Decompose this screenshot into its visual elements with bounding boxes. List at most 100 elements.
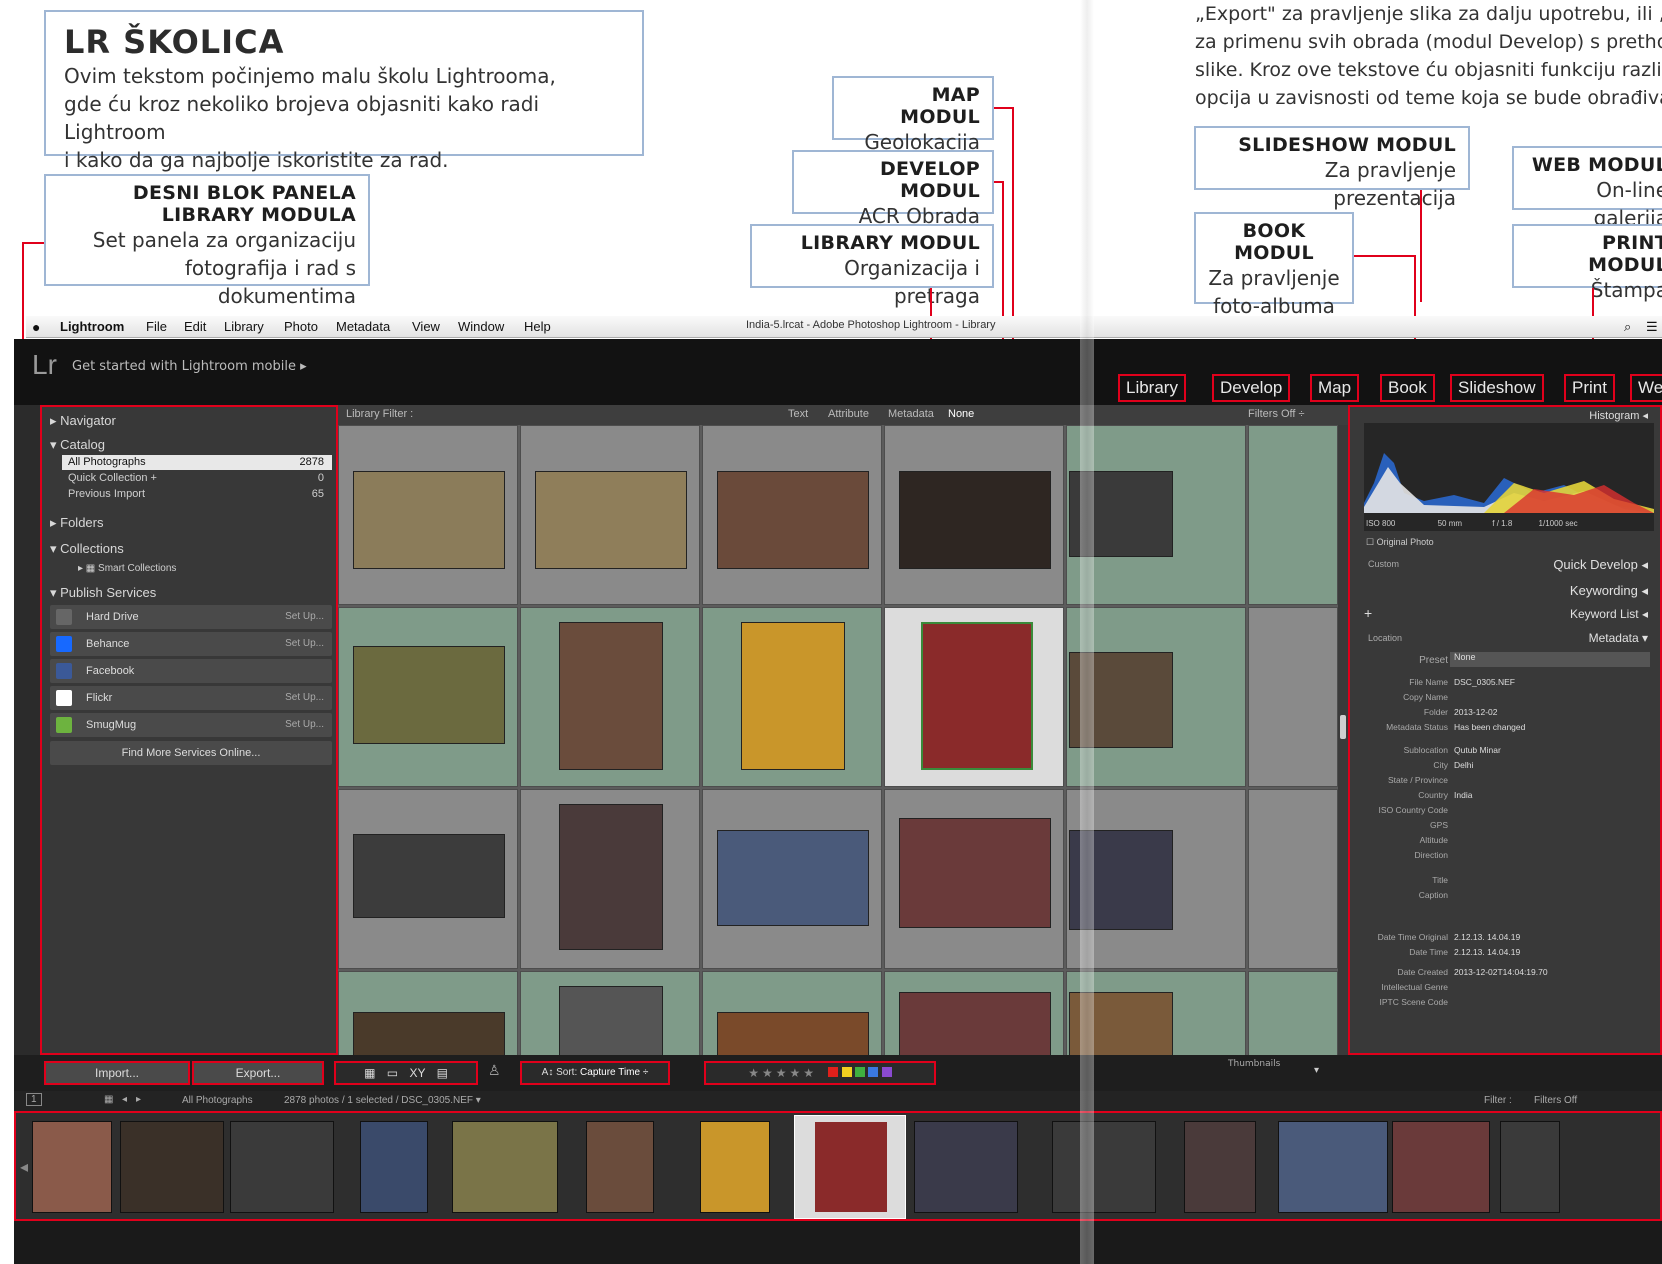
filter-metadata[interactable]: Metadata: [888, 408, 934, 420]
filmstrip-thumbnail[interactable]: [586, 1121, 654, 1213]
grid-cell[interactable]: [520, 971, 700, 1055]
photo-thumbnail[interactable]: [353, 1012, 505, 1055]
metadata-preset-value[interactable]: None: [1450, 652, 1650, 667]
filmstrip-thumbnail[interactable]: [1278, 1121, 1388, 1213]
filter-none[interactable]: None: [948, 408, 974, 420]
filmstrip-thumbnail[interactable]: [1184, 1121, 1256, 1213]
mobile-promo-link[interactable]: Get started with Lightroom mobile ▸: [72, 359, 307, 374]
filter-text[interactable]: Text: [788, 408, 808, 420]
grid-cell[interactable]: [702, 425, 882, 605]
panel-quick-develop[interactable]: Quick Develop ◂: [1553, 557, 1648, 573]
photo-thumbnail[interactable]: [899, 818, 1051, 928]
meta-value[interactable]: India: [1454, 790, 1472, 800]
photo-thumbnail[interactable]: [921, 622, 1033, 770]
label-green[interactable]: [855, 1067, 866, 1077]
filmstrip-filters-off[interactable]: Filters Off: [1534, 1095, 1577, 1106]
grid-cell[interactable]: [1248, 971, 1338, 1055]
grid-cell[interactable]: [520, 425, 700, 605]
search-icon[interactable]: ⌕: [1624, 319, 1631, 335]
photo-thumbnail[interactable]: [717, 830, 869, 926]
meta-value[interactable]: 2013-12-02T14:04:19.70: [1454, 967, 1548, 977]
panel-navigator[interactable]: ▸ Navigator: [50, 413, 116, 429]
meta-value[interactable]: 2013-12-02: [1454, 707, 1497, 717]
filmstrip-thumbnail[interactable]: [1500, 1121, 1560, 1213]
grid-view-icon[interactable]: ▦: [364, 1066, 375, 1080]
grid-cell[interactable]: [1248, 789, 1338, 969]
filmstrip-thumbnail[interactable]: [32, 1121, 112, 1213]
panel-publish-services[interactable]: ▾ Publish Services: [50, 585, 156, 601]
grid-cell[interactable]: [338, 971, 518, 1055]
preset-select[interactable]: Custom: [1368, 559, 1399, 569]
photo-thumbnail[interactable]: [559, 986, 663, 1055]
find-more-services-button[interactable]: Find More Services Online...: [50, 741, 332, 765]
grid-cell[interactable]: [884, 789, 1064, 969]
photo-thumbnail[interactable]: [353, 471, 505, 569]
meta-value[interactable]: Qutub Minar: [1454, 745, 1501, 755]
grid-cell[interactable]: [338, 607, 518, 787]
filmstrip-thumbnail[interactable]: [1392, 1121, 1490, 1213]
menu-view[interactable]: View: [412, 319, 440, 334]
grid-cell[interactable]: [520, 607, 700, 787]
filmstrip-count[interactable]: 2878 photos / 1 selected / DSC_0305.NEF …: [284, 1095, 481, 1106]
original-photo-checkbox[interactable]: ☐ Original Photo: [1366, 537, 1434, 548]
label-purple[interactable]: [881, 1067, 892, 1077]
meta-value[interactable]: Delhi: [1454, 760, 1473, 770]
meta-value[interactable]: 2.12.13. 14.04.19: [1454, 947, 1520, 957]
filmstrip-thumbnail[interactable]: [452, 1121, 558, 1213]
filmstrip-thumbnail[interactable]: [914, 1121, 1018, 1213]
module-book[interactable]: Book: [1380, 374, 1435, 402]
module-develop[interactable]: Develop: [1212, 374, 1291, 402]
grid-cell[interactable]: [1248, 425, 1338, 605]
filmstrip-thumbnail[interactable]: [1052, 1121, 1156, 1213]
service-setup[interactable]: Set Up...: [285, 713, 324, 737]
filmstrip-thumbnail[interactable]: [120, 1121, 224, 1213]
service-hard-drive[interactable]: Hard Drive Set Up...: [50, 605, 332, 629]
menu-help[interactable]: Help: [524, 319, 551, 334]
label-yellow[interactable]: [841, 1067, 852, 1077]
list-icon[interactable]: ☰: [1646, 319, 1658, 335]
photo-thumbnail[interactable]: [353, 834, 505, 918]
filmstrip-thumbnail-selected[interactable]: [794, 1115, 906, 1219]
grid-cell[interactable]: [884, 425, 1064, 605]
service-setup[interactable]: Set Up...: [285, 686, 324, 710]
panel-keywording[interactable]: Keywording ◂: [1570, 583, 1648, 599]
sort-control[interactable]: A↕ Sort: Capture Time ÷: [520, 1061, 670, 1085]
metadata-preset-select[interactable]: Location: [1368, 633, 1402, 643]
import-button[interactable]: Import...: [44, 1061, 190, 1085]
grid-cell[interactable]: [702, 607, 882, 787]
apple-icon[interactable]: ●: [32, 319, 40, 335]
panel-catalog[interactable]: ▾ Catalog: [50, 437, 105, 453]
menu-metadata[interactable]: Metadata: [336, 319, 390, 334]
module-map[interactable]: Map: [1310, 374, 1360, 402]
filmstrip-source[interactable]: All Photographs: [182, 1095, 253, 1106]
menu-photo[interactable]: Photo: [284, 319, 318, 334]
filmstrip-thumbnail[interactable]: [230, 1121, 334, 1213]
back-arrow-icon[interactable]: ◂: [122, 1094, 127, 1105]
photo-thumbnail[interactable]: [741, 622, 845, 770]
forward-arrow-icon[interactable]: ▸: [136, 1094, 141, 1105]
menu-app[interactable]: Lightroom: [60, 319, 124, 334]
panel-metadata[interactable]: Metadata ▾: [1589, 631, 1648, 645]
grid-scrollbar[interactable]: [1338, 425, 1348, 1055]
service-behance[interactable]: Behance Set Up...: [50, 632, 332, 656]
grid-cell[interactable]: [338, 789, 518, 969]
catalog-item-all-photographs[interactable]: All Photographs 2878: [62, 455, 332, 470]
menu-edit[interactable]: Edit: [184, 319, 206, 334]
grid-cell[interactable]: [702, 789, 882, 969]
panel-keyword-list[interactable]: Keyword List ◂: [1570, 607, 1648, 621]
compare-view-icon[interactable]: XY: [409, 1066, 425, 1080]
module-print[interactable]: Print: [1564, 374, 1615, 402]
catalog-item-quick-collection[interactable]: Quick Collection + 0: [62, 471, 332, 486]
module-slideshow[interactable]: Slideshow: [1450, 374, 1544, 402]
service-setup[interactable]: Set Up...: [285, 605, 324, 629]
photo-thumbnail[interactable]: [899, 992, 1051, 1055]
painter-icon[interactable]: ♙: [488, 1063, 501, 1079]
label-red[interactable]: [828, 1067, 839, 1077]
photo-thumbnail[interactable]: [535, 471, 687, 569]
catalog-item-previous-import[interactable]: Previous Import 65: [62, 487, 332, 502]
meta-value[interactable]: Has been changed: [1454, 722, 1525, 732]
second-window-icon[interactable]: 1: [26, 1093, 42, 1106]
label-blue[interactable]: [868, 1067, 879, 1077]
filmstrip-thumbnail[interactable]: [360, 1121, 428, 1213]
scroll-thumb[interactable]: [1340, 715, 1346, 739]
